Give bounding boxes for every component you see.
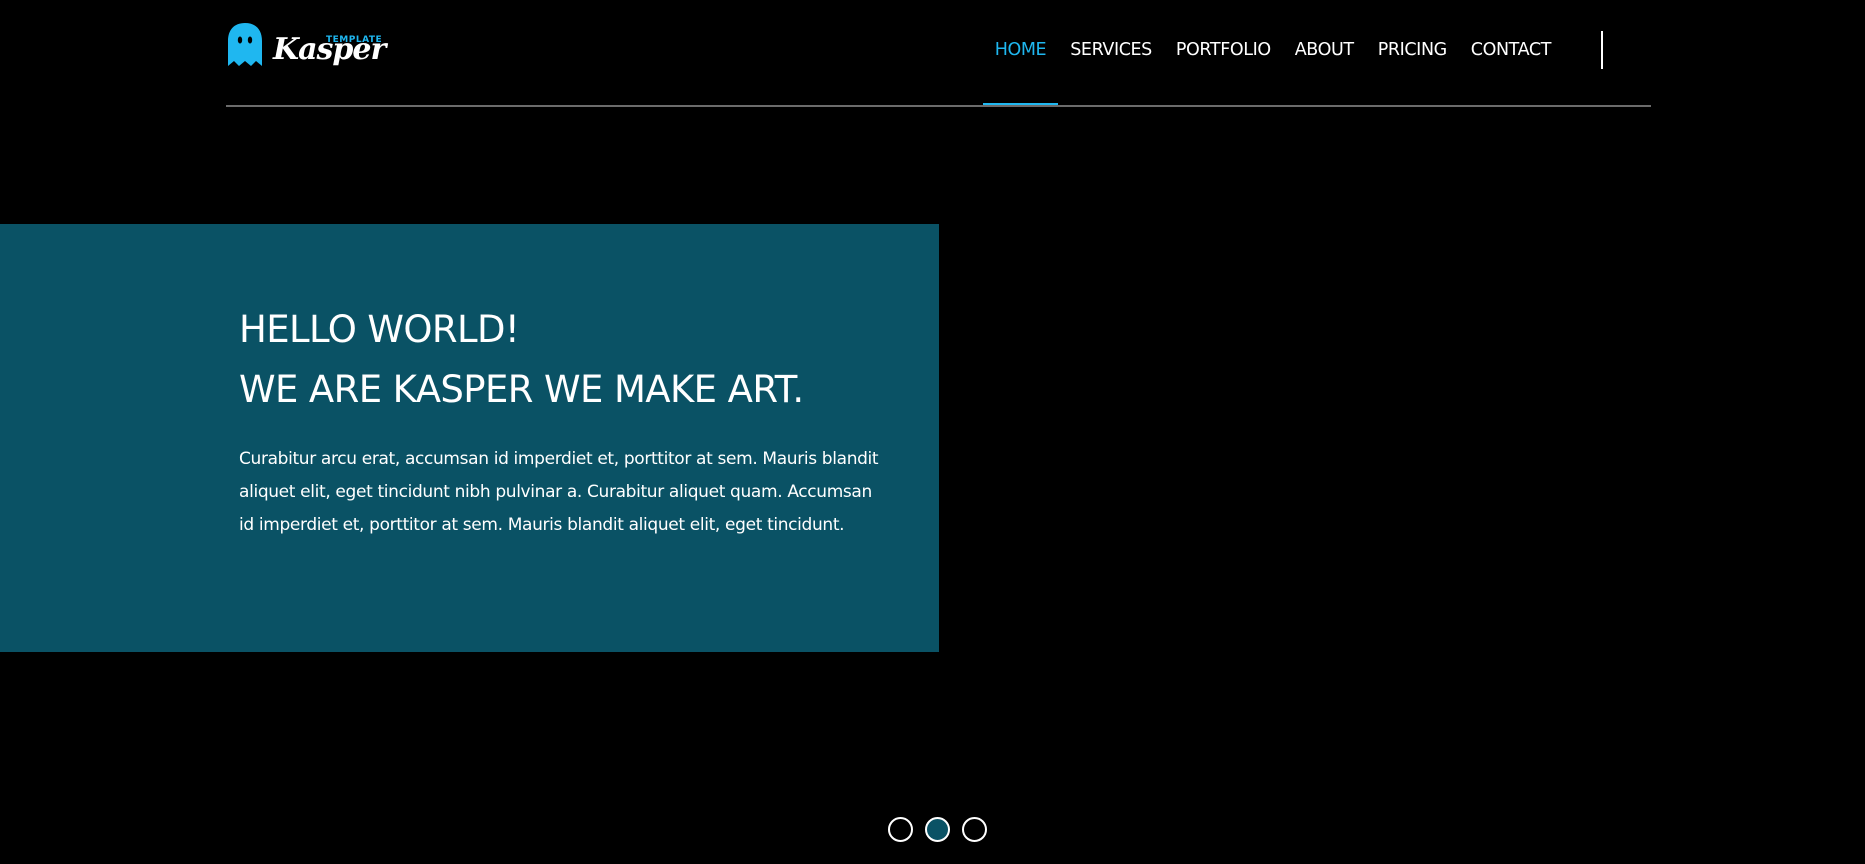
hero-title-line-1: HELLO WORLD! (239, 308, 520, 351)
nav-item-home[interactable]: HOME (982, 0, 1059, 105)
main-nav: HOME SERVICES PORTFOLIO ABOUT PRICING CO… (982, 0, 1651, 105)
slider-bullet-1[interactable] (888, 817, 913, 842)
slider-bullet-2[interactable] (925, 817, 950, 842)
hero-box (0, 224, 939, 652)
nav-item-contact[interactable]: CONTACT (1459, 0, 1563, 103)
slider-bullet-3[interactable] (962, 817, 987, 842)
hero-title: HELLO WORLD! WE ARE KASPER WE MAKE ART. (239, 300, 919, 420)
site-header: TEMPLATE Kasper HOME SERVICES PORTFOLIO … (226, 0, 1651, 107)
page: TEMPLATE Kasper HOME SERVICES PORTFOLIO … (0, 0, 1865, 864)
nav-item-pricing[interactable]: PRICING (1366, 0, 1459, 103)
logo[interactable]: TEMPLATE Kasper (226, 22, 386, 78)
ghost-icon (228, 23, 262, 66)
nav-item-services[interactable]: SERVICES (1058, 0, 1164, 103)
nav-item-about[interactable]: ABOUT (1283, 0, 1366, 103)
slider-bullets (888, 817, 987, 842)
menu-toggle-icon[interactable] (1601, 31, 1603, 69)
logo-wordmark: Kasper (273, 32, 386, 67)
hero-title-line-2: WE ARE KASPER WE MAKE ART. (239, 368, 804, 411)
nav-item-portfolio[interactable]: PORTFOLIO (1164, 0, 1283, 103)
hero-description: Curabitur arcu erat, accumsan id imperdi… (239, 449, 879, 535)
